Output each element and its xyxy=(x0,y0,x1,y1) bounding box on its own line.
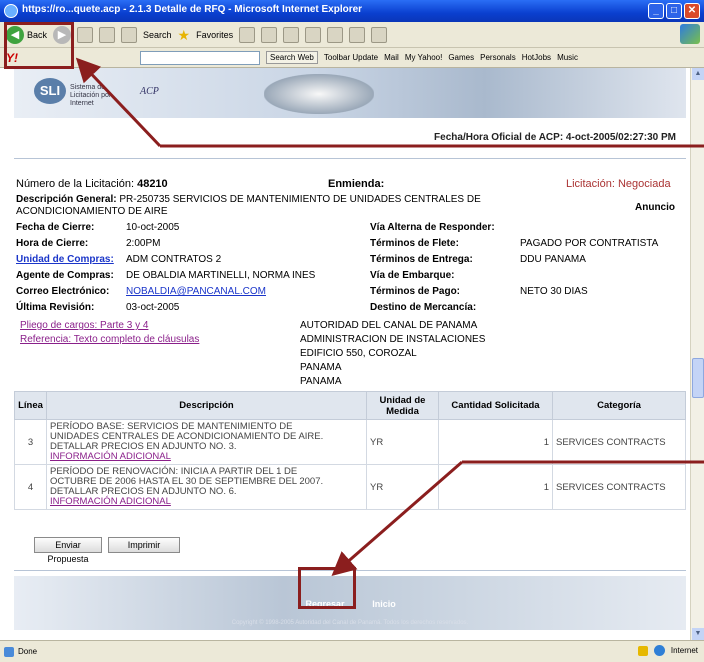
security-zone: Internet xyxy=(670,646,698,655)
arrow-line xyxy=(331,460,463,576)
annotation-arrows xyxy=(75,57,704,576)
page-icon xyxy=(4,646,14,657)
arrow-line xyxy=(75,57,162,148)
lock-icon xyxy=(637,645,648,656)
status-text: Done xyxy=(18,647,38,656)
globe-icon xyxy=(653,645,665,656)
status-bar: Done Internet xyxy=(0,640,704,662)
